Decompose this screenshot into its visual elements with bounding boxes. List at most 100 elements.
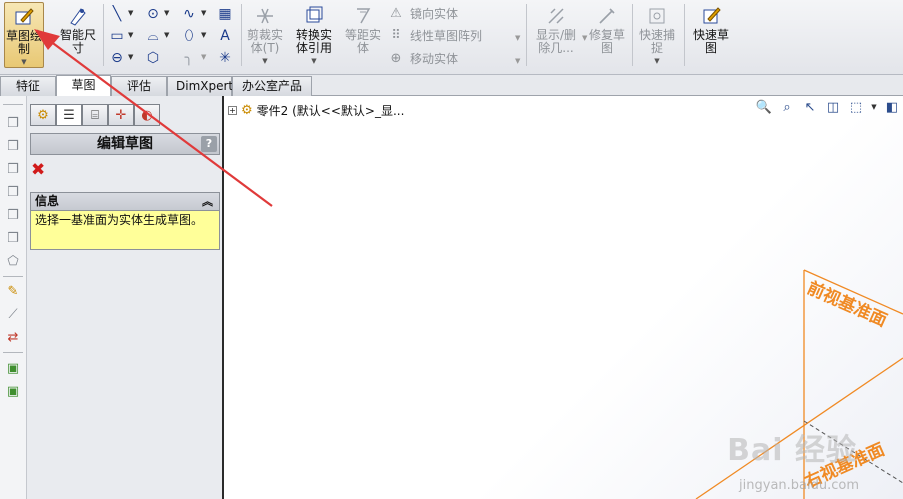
trim-label: 剪裁实 体(T) xyxy=(246,28,283,55)
property-manager-tab-icon[interactable]: ☰ xyxy=(56,104,82,126)
toolbar-grip xyxy=(3,104,23,105)
chevron-down-icon[interactable]: ▼ xyxy=(201,53,206,61)
chevron-down-icon[interactable]: ▼ xyxy=(128,9,133,17)
repair-sketch-label: 修复草 图 xyxy=(588,28,625,55)
chevron-down-icon[interactable]: ▼ xyxy=(21,56,26,69)
layer-icon[interactable]: ▣ xyxy=(4,382,22,400)
info-header[interactable]: 信息 ︽ xyxy=(31,193,219,211)
property-manager-title: 编辑草图 ? xyxy=(30,133,220,155)
quick-snaps-label: 快速捕 捉 xyxy=(638,28,675,55)
loft-icon[interactable]: ⬠ xyxy=(4,252,22,270)
chevron-down-icon[interactable]: ▼ xyxy=(164,31,169,39)
left-toolbar: ❒ ❒ ❒ ❒ ❒ ❒ ⬠ ✎ ⟋ ⇄ ▣ ▣ xyxy=(0,96,27,499)
chevron-down-icon[interactable]: ▼ xyxy=(515,57,520,65)
smart-dimension-icon[interactable]: ⟋ xyxy=(4,305,22,323)
linear-pattern-button[interactable]: ⠿ 线性草图阵列 xyxy=(388,25,482,45)
tab-sketch[interactable]: 草图 xyxy=(56,75,111,97)
plane-point-icon[interactable]: ✳ xyxy=(216,49,234,67)
cube-icon[interactable]: ❒ xyxy=(4,183,22,201)
tab-evaluate[interactable]: 评估 xyxy=(111,76,167,96)
cube-icon[interactable]: ❒ xyxy=(4,229,22,247)
mirror-label: 镜向实体 xyxy=(410,6,459,21)
tab-dimxpert[interactable]: DimXpert xyxy=(167,76,233,96)
chevron-down-icon[interactable]: ▼ xyxy=(201,31,206,39)
front-plane-label[interactable]: 前视基准面 xyxy=(804,277,890,331)
chevron-down-icon[interactable]: ▼ xyxy=(262,55,267,68)
circle-icon[interactable]: ⊙ xyxy=(144,5,162,23)
repair-sketch-icon xyxy=(596,5,618,27)
watermark-url: jingyan.baidu.com xyxy=(739,478,859,493)
feature-tree-tab-icon[interactable]: ⚙ xyxy=(30,104,56,126)
sketch-pencil-icon[interactable]: ✎ xyxy=(4,282,22,300)
quick-snaps-button[interactable]: 快速捕 捉 ▼ xyxy=(635,2,679,68)
chevron-down-icon[interactable]: ▼ xyxy=(128,53,133,61)
mirror-entities-button[interactable]: ⚠ 镜向实体 xyxy=(388,3,458,23)
rapid-sketch-button[interactable]: 快速草 图 xyxy=(688,2,734,68)
rectangle-icon[interactable]: ▭ xyxy=(108,27,126,45)
chevron-down-icon[interactable]: ▼ xyxy=(654,55,659,68)
line-icon[interactable]: ╲ xyxy=(108,5,126,23)
chevron-down-icon[interactable]: ▼ xyxy=(128,31,133,39)
arc-icon[interactable]: ⌓ xyxy=(144,27,162,45)
cube-icon[interactable]: ❒ xyxy=(4,137,22,155)
ribbon-separator xyxy=(684,4,685,66)
sketch-button-label: 草图绘 制 xyxy=(5,29,42,56)
repair-sketch-button[interactable]: 修复草 图 xyxy=(585,2,629,68)
linear-pattern-label: 线性草图阵列 xyxy=(410,28,483,43)
configuration-manager-tab-icon[interactable]: ⌸ xyxy=(82,104,108,126)
ribbon-separator xyxy=(632,4,633,66)
command-tabs: 特征 草图 评估 DimXpert 办公室产品 xyxy=(0,75,903,97)
mirror-icon: ⚠ xyxy=(390,5,402,21)
ribbon-separator xyxy=(103,4,104,66)
slot-icon[interactable]: ⊖ xyxy=(108,49,126,67)
relations-icon[interactable]: ⇄ xyxy=(4,328,22,346)
collapse-icon[interactable]: ︽ xyxy=(202,193,213,210)
ellipse-icon[interactable]: ⬯ xyxy=(180,27,198,45)
convert-entities-label: 转换实 体引用 xyxy=(295,28,332,55)
offset-label: 等距实 体 xyxy=(344,28,381,55)
chevron-down-icon[interactable]: ▼ xyxy=(515,34,520,42)
trim-entities-button[interactable]: 剪裁实 体(T) ▼ xyxy=(243,2,287,68)
text-icon[interactable]: A xyxy=(216,27,234,45)
graphics-area[interactable]: + ⚙ 零件2 (默认<<默认>_显... 🔍 ⌕ ↖ ◫ ⬚ ▼ ◧ 前视基准… xyxy=(226,96,903,499)
help-button[interactable]: ? xyxy=(201,136,217,152)
watermark-logo: Bai 经验 xyxy=(727,433,857,468)
cube-icon[interactable]: ❒ xyxy=(4,206,22,224)
display-manager-tab-icon[interactable]: ◐ xyxy=(134,104,160,126)
ribbon-separator xyxy=(526,4,527,66)
linear-pattern-icon: ⠿ xyxy=(391,27,401,43)
point-grid-icon[interactable]: ▦ xyxy=(216,5,234,23)
info-header-label: 信息 xyxy=(35,194,60,208)
tab-office-products[interactable]: 办公室产品 xyxy=(232,76,312,96)
layer-icon[interactable]: ▣ xyxy=(4,359,22,377)
sketch-entity-tools: ╲ ▼ ⊙ ▼ ∿ ▼ ▦ ▭ ▼ ⌓ ▼ ⬯ ▼ A ⊖ ▼ ⬡ ╮ ▼ ✳ xyxy=(106,3,236,69)
smart-dimension-button[interactable]: 智能尺 寸 xyxy=(56,2,100,68)
chevron-down-icon[interactable]: ▼ xyxy=(164,9,169,17)
polygon-icon[interactable]: ⬡ xyxy=(144,49,162,67)
sketch-pencil-icon xyxy=(13,6,35,28)
display-delete-relations-button[interactable]: 显示/删 除几... xyxy=(531,2,581,68)
ribbon-separator xyxy=(241,4,242,66)
move-label: 移动实体 xyxy=(410,51,459,66)
fillet-icon[interactable]: ╮ xyxy=(180,49,198,67)
cube-icon[interactable]: ❒ xyxy=(4,160,22,178)
spline-icon[interactable]: ∿ xyxy=(180,5,198,23)
move-entities-button[interactable]: ⊕ 移动实体 xyxy=(388,48,458,68)
sketch-button[interactable]: 草图绘 制 ▼ xyxy=(4,2,44,68)
quick-snaps-icon xyxy=(646,5,668,27)
rapid-sketch-icon xyxy=(700,5,722,27)
dimxpert-tab-icon[interactable]: ✛ xyxy=(108,104,134,126)
cube-icon[interactable]: ❒ xyxy=(4,114,22,132)
cancel-button[interactable]: ✖ xyxy=(31,161,49,179)
toolbar-separator xyxy=(3,276,23,277)
rapid-sketch-label: 快速草 图 xyxy=(692,28,729,55)
chevron-down-icon[interactable]: ▼ xyxy=(201,9,206,17)
chevron-down-icon[interactable]: ▼ xyxy=(311,55,316,68)
manager-tabs: ⚙ ☰ ⌸ ✛ ◐ xyxy=(27,104,222,126)
convert-entities-button[interactable]: 转换实 体引用 ▼ xyxy=(291,2,337,68)
trim-icon xyxy=(254,5,276,27)
offset-entities-button[interactable]: 等距实 体 xyxy=(341,2,385,68)
smart-dimension-label: 智能尺 寸 xyxy=(59,28,96,55)
tab-features[interactable]: 特征 xyxy=(0,76,56,96)
info-message: 选择一基准面为实体生成草图。 xyxy=(35,213,204,227)
